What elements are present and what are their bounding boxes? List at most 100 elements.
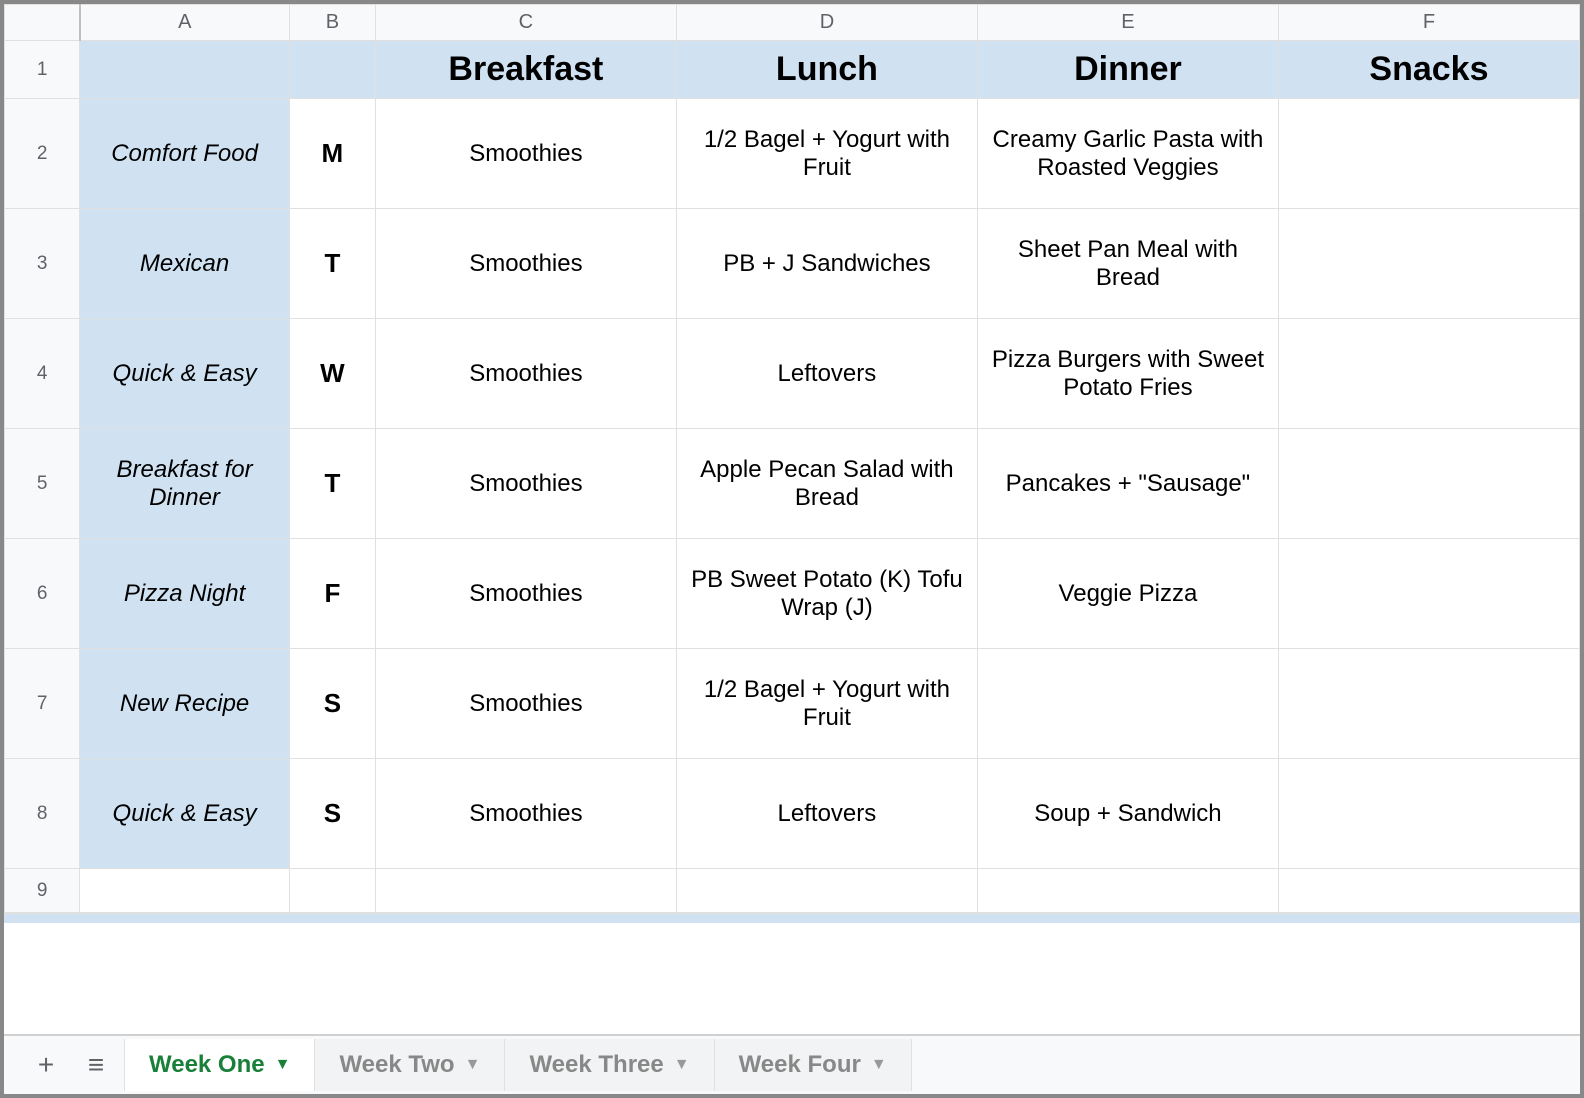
cell-dinner[interactable]: Sheet Pan Meal with Bread: [977, 209, 1278, 319]
table-row: 4Quick & EasyWSmoothiesLeftoversPizza Bu…: [5, 319, 1580, 429]
cell-B1[interactable]: [289, 41, 375, 99]
all-sheets-button[interactable]: ≡: [74, 1043, 118, 1087]
cell-F1[interactable]: Snacks: [1278, 41, 1579, 99]
cell-theme[interactable]: Mexican: [80, 209, 290, 319]
cell-snacks[interactable]: [1278, 99, 1579, 209]
cell-empty[interactable]: [977, 869, 1278, 913]
sheet-tab[interactable]: Week Four ▼: [715, 1039, 912, 1091]
chevron-down-icon[interactable]: ▼: [275, 1056, 291, 1074]
cell-C1[interactable]: Breakfast: [375, 41, 676, 99]
column-header-A[interactable]: A: [80, 5, 290, 41]
cell-lunch[interactable]: PB + J Sandwiches: [676, 209, 977, 319]
cell-dinner[interactable]: Pancakes + "Sausage": [977, 429, 1278, 539]
row-header-3[interactable]: 3: [5, 209, 80, 319]
row-header-5[interactable]: 5: [5, 429, 80, 539]
column-header-B[interactable]: B: [289, 5, 375, 41]
cell-E1[interactable]: Dinner: [977, 41, 1278, 99]
cell-dinner[interactable]: Pizza Burgers with Sweet Potato Fries: [977, 319, 1278, 429]
cell-empty[interactable]: [676, 869, 977, 913]
cell-theme[interactable]: New Recipe: [80, 649, 290, 759]
sheet-tab-label: Week One: [149, 1051, 265, 1079]
cell-theme[interactable]: Pizza Night: [80, 539, 290, 649]
cell-dinner[interactable]: Creamy Garlic Pasta with Roasted Veggies: [977, 99, 1278, 209]
menu-icon: ≡: [88, 1049, 104, 1081]
sheet-tab[interactable]: Week Two ▼: [315, 1039, 505, 1091]
chevron-down-icon[interactable]: ▼: [871, 1056, 887, 1074]
cell-day[interactable]: T: [289, 209, 375, 319]
table-row: 8Quick & EasySSmoothiesLeftoversSoup + S…: [5, 759, 1580, 869]
grid-area: A B C D E F 1 Breakfast Lunch Dinner Sna…: [4, 4, 1580, 1034]
table-row: 7New RecipeSSmoothies1/2 Bagel + Yogurt …: [5, 649, 1580, 759]
cell-theme[interactable]: Breakfast for Dinner: [80, 429, 290, 539]
cell-day[interactable]: T: [289, 429, 375, 539]
column-header-E[interactable]: E: [977, 5, 1278, 41]
cell-day[interactable]: S: [289, 649, 375, 759]
select-all-corner[interactable]: [5, 5, 80, 41]
row-header-4[interactable]: 4: [5, 319, 80, 429]
scroll-hint: [4, 913, 1580, 923]
cell-dinner[interactable]: [977, 649, 1278, 759]
spreadsheet-container: A B C D E F 1 Breakfast Lunch Dinner Sna…: [0, 0, 1584, 1098]
cell-day[interactable]: F: [289, 539, 375, 649]
row-header-7[interactable]: 7: [5, 649, 80, 759]
table-row: 2Comfort FoodMSmoothies1/2 Bagel + Yogur…: [5, 99, 1580, 209]
chevron-down-icon[interactable]: ▼: [674, 1056, 690, 1074]
cell-lunch[interactable]: 1/2 Bagel + Yogurt with Fruit: [676, 99, 977, 209]
plus-icon: +: [38, 1049, 54, 1081]
cell-breakfast[interactable]: Smoothies: [375, 649, 676, 759]
table-row: 3MexicanTSmoothiesPB + J SandwichesSheet…: [5, 209, 1580, 319]
row-header-6[interactable]: 6: [5, 539, 80, 649]
cell-lunch[interactable]: Apple Pecan Salad with Bread: [676, 429, 977, 539]
cell-snacks[interactable]: [1278, 759, 1579, 869]
column-header-D[interactable]: D: [676, 5, 977, 41]
cell-theme[interactable]: Quick & Easy: [80, 319, 290, 429]
sheet-tabs-bar: + ≡ Week One▼Week Two▼Week Three▼Week Fo…: [4, 1034, 1580, 1094]
column-header-C[interactable]: C: [375, 5, 676, 41]
cell-lunch[interactable]: Leftovers: [676, 759, 977, 869]
cell-day[interactable]: S: [289, 759, 375, 869]
chevron-down-icon[interactable]: ▼: [465, 1056, 481, 1074]
cell-breakfast[interactable]: Smoothies: [375, 99, 676, 209]
cell-snacks[interactable]: [1278, 649, 1579, 759]
cell-lunch[interactable]: PB Sweet Potato (K) Tofu Wrap (J): [676, 539, 977, 649]
cell-breakfast[interactable]: Smoothies: [375, 759, 676, 869]
cell-A1[interactable]: [80, 41, 290, 99]
row-header-1[interactable]: 1: [5, 41, 80, 99]
cell-snacks[interactable]: [1278, 319, 1579, 429]
table-row: 9: [5, 869, 1580, 913]
add-sheet-button[interactable]: +: [24, 1043, 68, 1087]
cell-empty[interactable]: [1278, 869, 1579, 913]
spreadsheet-table: A B C D E F 1 Breakfast Lunch Dinner Sna…: [4, 4, 1580, 913]
cell-dinner[interactable]: Veggie Pizza: [977, 539, 1278, 649]
cell-lunch[interactable]: Leftovers: [676, 319, 977, 429]
table-row: 6Pizza NightFSmoothiesPB Sweet Potato (K…: [5, 539, 1580, 649]
cell-theme[interactable]: Quick & Easy: [80, 759, 290, 869]
sheet-tab-label: Week Four: [739, 1051, 861, 1079]
cell-D1[interactable]: Lunch: [676, 41, 977, 99]
row-header-9[interactable]: 9: [5, 869, 80, 913]
cell-breakfast[interactable]: Smoothies: [375, 429, 676, 539]
cell-snacks[interactable]: [1278, 209, 1579, 319]
cell-breakfast[interactable]: Smoothies: [375, 319, 676, 429]
cell-snacks[interactable]: [1278, 539, 1579, 649]
cell-empty[interactable]: [289, 869, 375, 913]
table-row: 5Breakfast for DinnerTSmoothiesApple Pec…: [5, 429, 1580, 539]
sheet-tab-label: Week Two: [339, 1051, 454, 1079]
cell-empty[interactable]: [80, 869, 290, 913]
cell-breakfast[interactable]: Smoothies: [375, 209, 676, 319]
column-header-F[interactable]: F: [1278, 5, 1579, 41]
cell-theme[interactable]: Comfort Food: [80, 99, 290, 209]
sheet-tab[interactable]: Week Three▼: [505, 1039, 714, 1091]
cell-day[interactable]: M: [289, 99, 375, 209]
row-header-8[interactable]: 8: [5, 759, 80, 869]
cell-lunch[interactable]: 1/2 Bagel + Yogurt with Fruit: [676, 649, 977, 759]
cell-dinner[interactable]: Soup + Sandwich: [977, 759, 1278, 869]
cell-breakfast[interactable]: Smoothies: [375, 539, 676, 649]
sheet-tab[interactable]: Week One ▼: [124, 1039, 315, 1091]
column-header-row: A B C D E F: [5, 5, 1580, 41]
cell-day[interactable]: W: [289, 319, 375, 429]
row-header-2[interactable]: 2: [5, 99, 80, 209]
cell-empty[interactable]: [375, 869, 676, 913]
table-row: 1 Breakfast Lunch Dinner Snacks: [5, 41, 1580, 99]
cell-snacks[interactable]: [1278, 429, 1579, 539]
